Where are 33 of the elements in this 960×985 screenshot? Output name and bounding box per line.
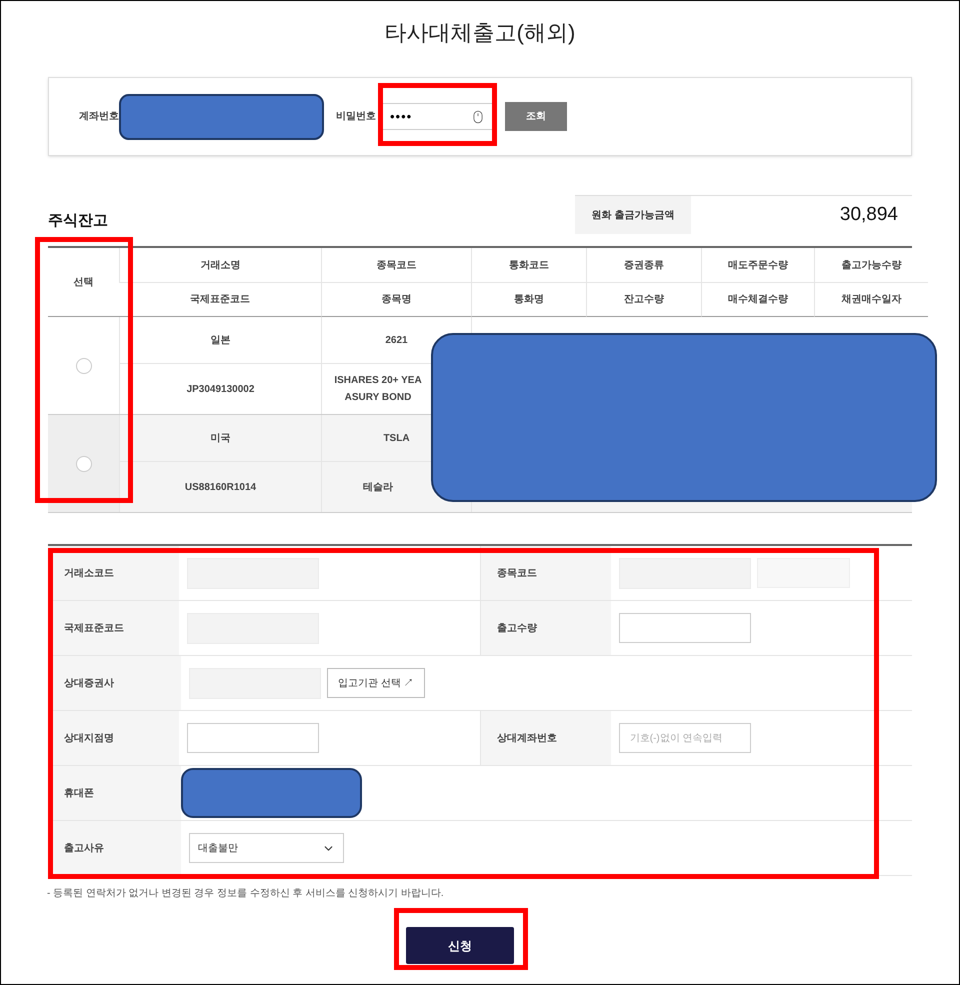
table-cell: US88160R1014 bbox=[119, 462, 321, 512]
select-institution-button[interactable]: 입고기관 선택 ↗ bbox=[327, 668, 425, 698]
table-header-cell: 출고가능수량 bbox=[814, 248, 928, 283]
section-title: 주식잔고 bbox=[48, 210, 108, 230]
password-field[interactable]: •••• bbox=[382, 103, 493, 130]
table-header-cell: 거래소명 bbox=[119, 248, 321, 283]
table-header-cell: 통화코드 bbox=[471, 248, 586, 283]
input-field[interactable]: 기호(-)없이 연속입력 bbox=[618, 723, 751, 753]
radio-button[interactable] bbox=[76, 456, 92, 472]
table-cell-text: ISHARES 20+ YEA ASURY BOND bbox=[333, 374, 423, 405]
balance-label: 원화 출금가능금액 bbox=[575, 196, 691, 234]
reason-dropdown[interactable]: 대출불만 bbox=[189, 833, 344, 863]
table-cell-text: 테슬라 bbox=[362, 480, 394, 494]
form-label: 상대계좌번호 bbox=[480, 711, 611, 765]
password-label: 비밀번호 bbox=[336, 110, 376, 124]
table-header-cell: 종목코드 bbox=[321, 248, 471, 283]
table-cell: 일본 bbox=[119, 317, 321, 364]
table-header-cell: 매도주문수량 bbox=[701, 248, 814, 283]
account-label: 계좌번호 bbox=[79, 110, 119, 124]
table-cell: JP3049130002 bbox=[119, 364, 321, 414]
radio-button[interactable] bbox=[76, 358, 92, 374]
inquiry-button[interactable]: 조회 bbox=[505, 102, 567, 131]
notice-text: - 등록된 연락처가 없거나 변경된 경우 정보를 수정하신 후 서비스를 신청하시기 바랍니다. bbox=[47, 887, 445, 901]
submit-button[interactable]: 신청 bbox=[406, 927, 514, 964]
mouse-icon bbox=[471, 110, 485, 124]
table-header-cell: 증권종류 bbox=[586, 248, 701, 283]
table-cell: 미국 bbox=[119, 415, 321, 462]
balance-value: 30,894 bbox=[838, 202, 899, 227]
input-field[interactable] bbox=[618, 613, 751, 643]
form-label: 출고수량 bbox=[480, 601, 611, 655]
input-field[interactable] bbox=[186, 723, 319, 753]
form-label: 종목코드 bbox=[480, 546, 611, 600]
page-title: 타사대체출고(해외) bbox=[384, 19, 576, 47]
